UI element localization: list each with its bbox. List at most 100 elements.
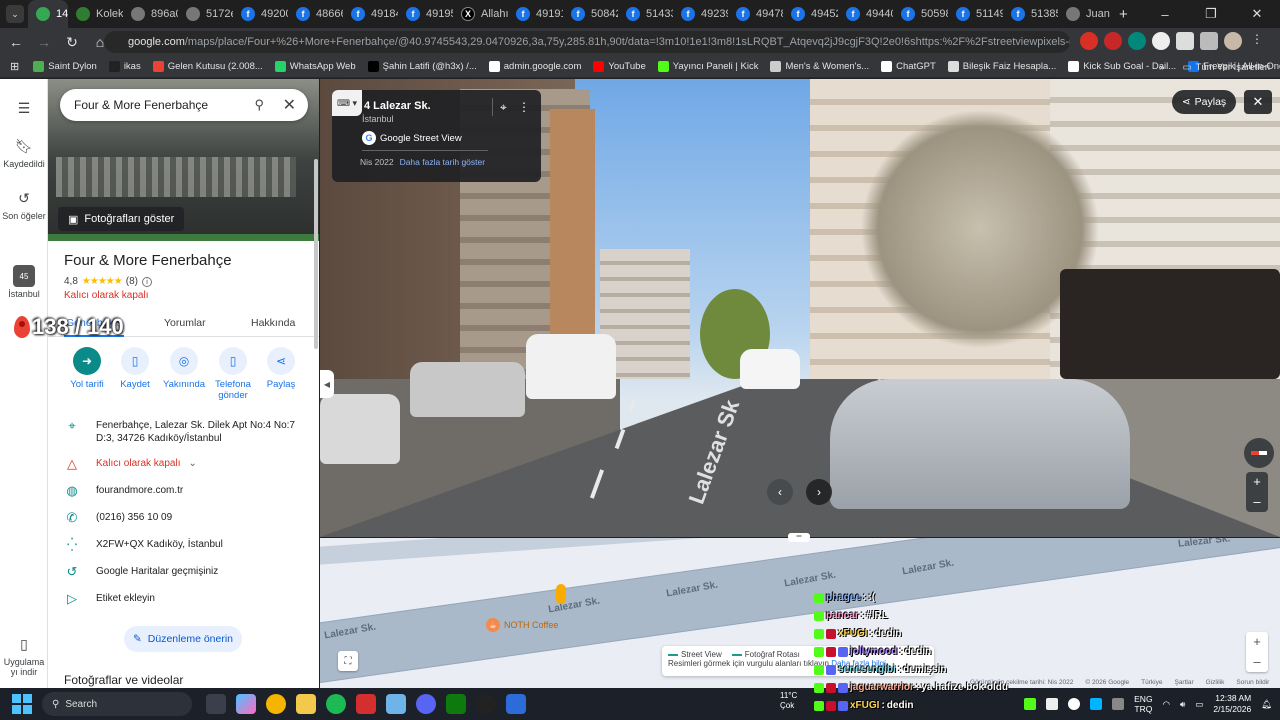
wifi-icon[interactable]: ◠ [1163,699,1170,710]
menu-button[interactable]: ☰ [0,97,48,121]
get-app-button[interactable]: ▯ Uygulama yı indir [0,633,48,678]
previous-arrow-icon[interactable]: ‹ [767,479,793,505]
reload-icon[interactable]: ↻ [60,30,84,54]
footer-privacy[interactable]: Gizlilik [1206,679,1225,689]
website-row[interactable]: ◍ fourandmore.com.tr [48,484,319,511]
expand-map-icon[interactable]: ⛶ [338,651,358,671]
next-arrow-icon[interactable]: › [806,479,832,505]
bookmark-item[interactable]: YouTube [587,61,651,72]
app-icon[interactable] [506,694,526,714]
zoom-in-icon[interactable]: + [1246,632,1268,652]
footer-report[interactable]: Sorun bildir [1236,679,1269,689]
file-explorer-icon[interactable] [296,694,316,714]
weather-widget[interactable]: 11°C Çok [780,691,797,711]
extension-icon[interactable] [1104,32,1122,50]
url-bar[interactable]: google.com/maps/place/Four+%26+More+Fene… [104,31,1070,53]
search-input[interactable]: Four & More Fenerbahçe ⚲ ✕ [60,89,308,121]
tray-app-icon[interactable] [1046,698,1059,710]
extension-icon[interactable] [1152,32,1170,50]
share-button[interactable]: ⋖ Paylaş [255,347,307,390]
bookmark-item[interactable]: Şahin Latifi (@h3x) /... [362,61,483,72]
info-icon[interactable]: i [141,276,152,287]
tray-app-icon[interactable] [1112,698,1125,710]
app-icon[interactable] [386,694,406,714]
tray-app-icon[interactable] [1068,698,1081,710]
browser-tab[interactable]: f 49452 [783,0,838,28]
browser-tab[interactable]: f 49478 [728,0,783,28]
compass-icon[interactable] [1244,438,1274,468]
tray-app-icon[interactable] [1090,698,1103,710]
footer-country[interactable]: Türkiye [1141,679,1162,689]
bookmark-item[interactable]: ikas [103,61,147,72]
apps-grid-icon[interactable]: ⊞ [10,60,19,73]
nearby-button[interactable]: ◎ Yakınında [158,347,210,390]
browser-tab[interactable]: 896a0 [123,0,178,28]
show-photos-button[interactable]: ▣ Fotoğrafları göster [58,207,185,231]
chrome-icon[interactable] [266,694,286,714]
puzzle-icon[interactable] [1176,32,1194,50]
footer-terms[interactable]: Şartlar [1174,679,1193,689]
closed-row[interactable]: △ Kalıcı olarak kapalı ⌄ [48,457,319,484]
pegman-icon[interactable] [556,584,566,604]
browser-tab[interactable]: f 50842 [563,0,618,28]
terminal-icon[interactable] [446,694,466,714]
avatar[interactable] [1224,32,1242,50]
bookmark-item[interactable]: Yayıncı Paneli | Kick [652,61,765,72]
battery-icon[interactable]: ▭ [1195,699,1203,710]
clear-search-icon[interactable]: ✕ [283,95,296,115]
taskbar-search[interactable]: ⚲ Search [42,692,192,716]
minimize-icon[interactable]: – [1142,0,1188,28]
bookmark-item[interactable]: WhatsApp Web [269,61,362,72]
zoom-out-icon[interactable]: – [1246,652,1268,672]
notifications-icon[interactable]: 🔔︎ [1261,699,1272,710]
browser-tab[interactable]: f 51433 [618,0,673,28]
phone-row[interactable]: ✆ (0216) 356 10 09 [48,511,319,538]
task-view-icon[interactable] [206,694,226,714]
extension-icon[interactable] [1080,32,1098,50]
history-row[interactable]: ↺ Google Haritalar geçmişiniz [48,565,319,592]
plus-code-row[interactable]: ⁛ X2FW+QX Kadıköy, İstanbul [48,538,319,565]
browser-tab[interactable]: f 49195 [398,0,453,28]
panel-scrollbar[interactable] [314,159,318,349]
bookmark-item[interactable]: Bileşik Faiz Hesapla... [942,61,1062,72]
discord-icon[interactable] [416,694,436,714]
keyboard-shortcuts-icon[interactable]: ⌨ ▾ [332,90,362,116]
copilot-icon[interactable] [236,694,256,714]
split-resize-handle[interactable]: ═ [788,533,810,542]
extension-icon[interactable] [1128,32,1146,50]
language-indicator[interactable]: ENG TRQ [1134,694,1152,714]
back-icon[interactable]: ← [4,30,28,54]
bookmark-item[interactable]: ChatGPT [875,61,942,72]
browser-tab[interactable]: f 49239 [673,0,728,28]
search-icon[interactable]: ⚲ [254,97,264,113]
poi-coffee[interactable]: ☕︎ NOTH Coffee [486,618,558,632]
zoom-out-icon[interactable]: – [1246,492,1268,512]
tab-search-icon[interactable]: ⌄ [6,5,24,23]
browser-tab[interactable]: f 49191 [508,0,563,28]
browser-tab[interactable]: f 51385 [1003,0,1058,28]
send-to-phone-button[interactable]: ▯ Telefona gönder [207,347,259,401]
menu-dots-icon[interactable]: ⋮ [1248,32,1266,50]
more-options-icon[interactable]: ⋮ [518,100,530,114]
close-street-view-button[interactable]: ✕ [1244,90,1272,114]
bookmark-item[interactable]: Men's & Women's... [764,61,875,72]
netflix-icon[interactable] [356,694,376,714]
recent-button[interactable]: ↺ Son öğeler [0,187,48,222]
bookmark-item[interactable]: admin.google.com [483,61,588,72]
tab-reviews[interactable]: Yorumlar [164,317,206,329]
browser-tab[interactable]: Juan V [1058,0,1113,28]
spotify-icon[interactable] [326,694,346,714]
add-label-row[interactable]: ▷ Etiket ekleyin [48,592,319,619]
browser-tab[interactable]: f 49184 [343,0,398,28]
browser-tab[interactable]: 14 [28,0,68,28]
tray-app-icon[interactable] [1024,698,1037,710]
street-view-share-button[interactable]: ⋖ Paylaş [1172,90,1236,114]
save-button[interactable]: ▯ Kaydet [109,347,161,390]
address-row[interactable]: ⌖ Fenerbahçe, Lalezar Sk. Dilek Apt No:4 … [48,419,319,457]
bookmarks-overflow-icon[interactable]: » [1159,62,1164,73]
browser-tab[interactable]: f 48666 [288,0,343,28]
recent-place-istanbul[interactable]: 45 İstanbul [0,265,48,299]
collapse-panel-button[interactable]: ◀ [320,370,334,398]
directions-button[interactable]: ➜ Yol tarifi [61,347,113,390]
suggest-edit-button[interactable]: ✎ Düzenleme önerin [124,626,242,652]
